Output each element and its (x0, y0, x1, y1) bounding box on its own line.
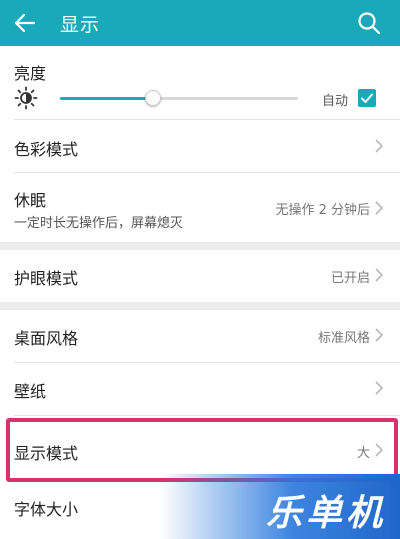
auto-brightness-checkbox[interactable] (358, 89, 376, 107)
brightness-slider-fill (60, 97, 153, 100)
settings-group-display: 亮度 自动 色彩模式 休眠 一定时长无操作后，屏幕熄灭 无操作 2 分钟后 (0, 46, 400, 242)
chevron-right-icon (375, 139, 384, 153)
eye-comfort-label: 护眼模式 (14, 269, 79, 288)
wallpaper-row[interactable]: 壁纸 (0, 363, 400, 415)
back-arrow-icon[interactable] (12, 10, 38, 36)
chevron-right-icon (375, 268, 384, 282)
settings-group-eye-comfort: 护眼模式 已开启 (0, 250, 400, 302)
display-mode-label: 显示模式 (14, 444, 79, 463)
wallpaper-label: 壁纸 (14, 382, 47, 401)
eye-comfort-value: 已开启 (330, 271, 370, 286)
brightness-row: 亮度 自动 (0, 46, 400, 118)
brightness-label: 亮度 (14, 64, 47, 83)
sleep-label: 休眠 (14, 191, 47, 210)
search-icon[interactable] (356, 10, 382, 36)
brightness-slider[interactable] (60, 90, 298, 106)
font-size-label: 字体大小 (14, 500, 79, 519)
brightness-slider-thumb[interactable] (144, 90, 161, 106)
brightness-icon (14, 86, 38, 110)
auto-brightness-label: 自动 (321, 94, 348, 109)
chevron-right-icon (375, 443, 384, 457)
sleep-description: 一定时长无操作后，屏幕熄灭 (14, 216, 184, 231)
sleep-row[interactable]: 休眠 一定时长无操作后，屏幕熄灭 无操作 2 分钟后 (0, 173, 400, 242)
chevron-right-icon (375, 201, 384, 215)
home-style-row[interactable]: 桌面风格 标准风格 (0, 310, 400, 362)
chevron-right-icon (375, 328, 384, 342)
watermark-text: 乐单机 (265, 493, 386, 534)
home-style-label: 桌面风格 (14, 329, 79, 348)
sleep-value: 无操作 2 分钟后 (275, 203, 370, 218)
color-mode-label: 色彩模式 (14, 140, 79, 159)
app-bar: 显示 (0, 0, 400, 46)
page-title: 显示 (60, 14, 101, 36)
display-mode-row[interactable]: 显示模式 大 (0, 422, 400, 482)
check-icon (361, 93, 373, 103)
divider (14, 415, 400, 416)
color-mode-row[interactable]: 色彩模式 (0, 120, 400, 172)
eye-comfort-row[interactable]: 护眼模式 已开启 (0, 250, 400, 302)
home-style-value: 标准风格 (317, 331, 370, 346)
display-mode-value: 大 (356, 446, 370, 461)
chevron-right-icon (375, 381, 384, 395)
